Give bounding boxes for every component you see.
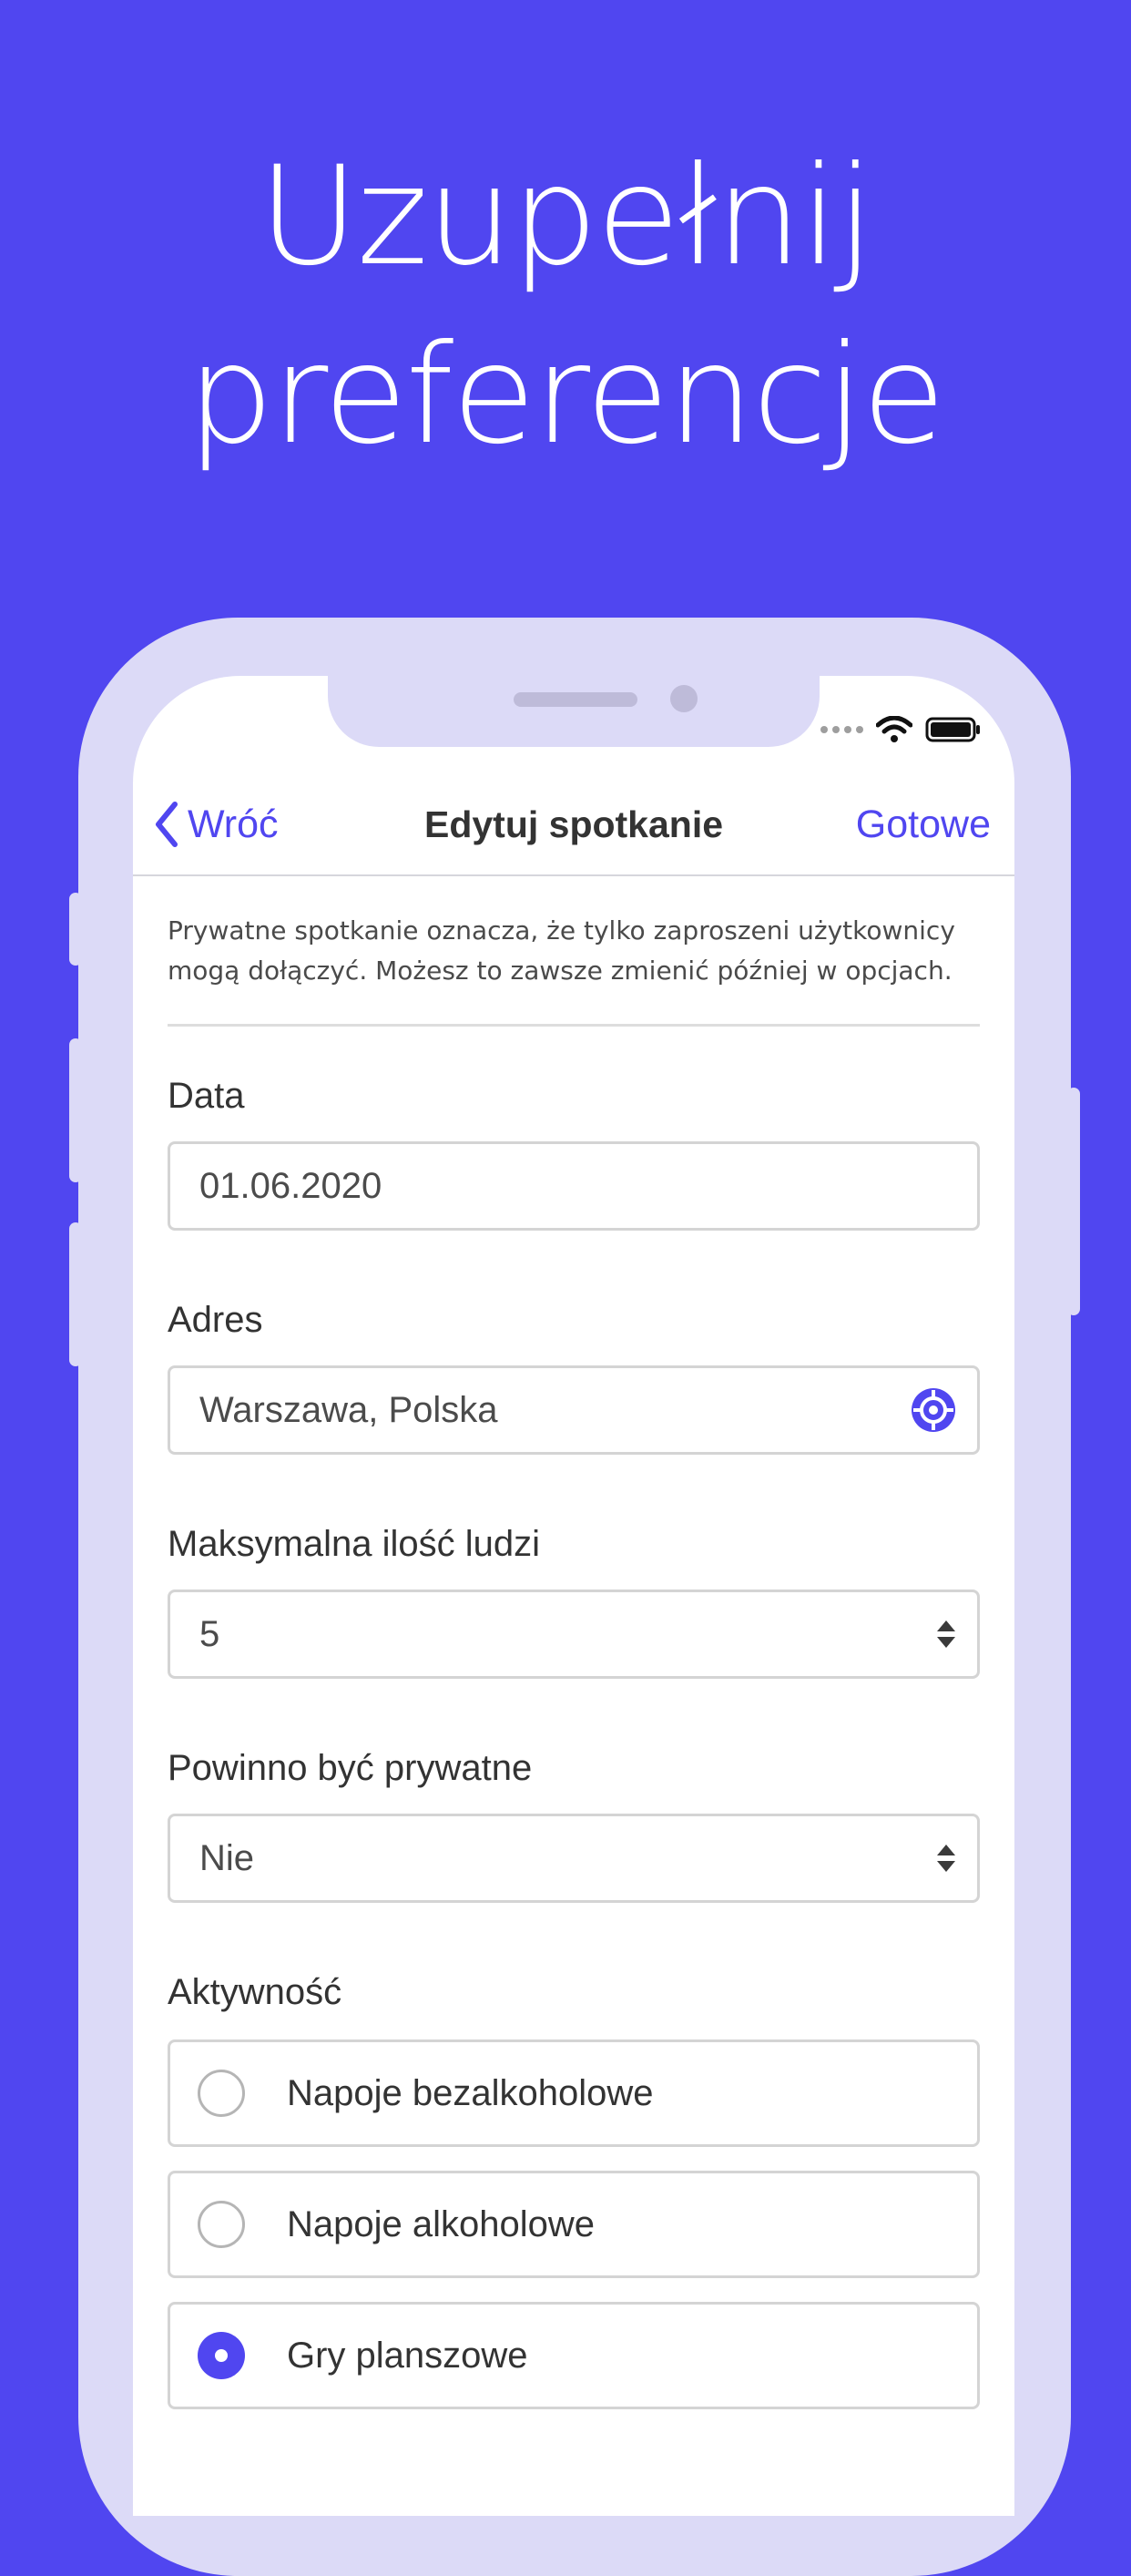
activity-group: Aktywność Napoje bezalkoholowe Napoje al…	[168, 1970, 980, 2409]
headline: Uzupełnij preferencje	[0, 128, 1131, 485]
activity-option-board-games[interactable]: Gry planszowe	[168, 2302, 980, 2409]
activity-option-alcoholic-drinks[interactable]: Napoje alkoholowe	[168, 2171, 980, 2278]
option-label: Napoje alkoholowe	[287, 2203, 596, 2244]
private-label: Powinno być prywatne	[168, 1748, 533, 1788]
status-bar	[820, 716, 982, 743]
speaker	[514, 692, 637, 707]
address-value: Warszawa, Polska	[199, 1389, 498, 1430]
option-label: Napoje bezalkoholowe	[287, 2072, 654, 2113]
max-people-group: Maksymalna ilość ludzi 5	[168, 1522, 980, 1679]
radio-checked[interactable]	[198, 2332, 245, 2379]
activity-label: Aktywność	[168, 1972, 342, 2012]
address-field[interactable]: Warszawa, Polska	[168, 1365, 980, 1455]
private-group: Powinno być prywatne Nie	[168, 1746, 980, 1903]
date-label: Data	[168, 1076, 245, 1116]
phone-screen: Wróć Edytuj spotkanie Gotowe Prywatne sp…	[133, 676, 1014, 2516]
select-arrows-icon	[937, 1845, 955, 1872]
signal-icon	[820, 726, 863, 733]
address-label: Adres	[168, 1300, 263, 1340]
radio-unchecked[interactable]	[198, 2070, 245, 2117]
locate-icon[interactable]	[910, 1386, 957, 1434]
nav-bar: Wróć Edytuj spotkanie Gotowe	[133, 774, 1014, 876]
private-value: Nie	[199, 1837, 255, 1878]
private-meeting-notice: Prywatne spotkanie oznacza, że tylko zap…	[168, 915, 955, 986]
activity-option-soft-drinks[interactable]: Napoje bezalkoholowe	[168, 2039, 980, 2147]
battery-icon	[925, 717, 980, 742]
select-arrows-icon	[937, 1620, 955, 1648]
date-value: 01.06.2020	[199, 1165, 382, 1206]
headline-line-2: preferencje	[187, 316, 945, 475]
front-camera	[670, 685, 698, 712]
done-button[interactable]: Gotowe	[856, 774, 991, 874]
phone-notch	[328, 676, 820, 747]
option-label: Gry planszowe	[287, 2335, 528, 2376]
max-people-select[interactable]: 5	[168, 1590, 980, 1679]
private-select[interactable]: Nie	[168, 1814, 980, 1903]
divider	[168, 1024, 980, 1027]
wifi-icon	[876, 716, 912, 742]
max-people-label: Maksymalna ilość ludzi	[168, 1524, 541, 1564]
max-people-value: 5	[199, 1613, 220, 1654]
form-content: Prywatne spotkanie oznacza, że tylko zap…	[168, 874, 980, 2409]
date-group: Data 01.06.2020	[168, 1074, 980, 1231]
headline-line-1: Uzupełnij	[258, 138, 874, 296]
address-group: Adres Warszawa, Polska	[168, 1298, 980, 1455]
date-field[interactable]: 01.06.2020	[168, 1141, 980, 1231]
radio-unchecked[interactable]	[198, 2201, 245, 2248]
